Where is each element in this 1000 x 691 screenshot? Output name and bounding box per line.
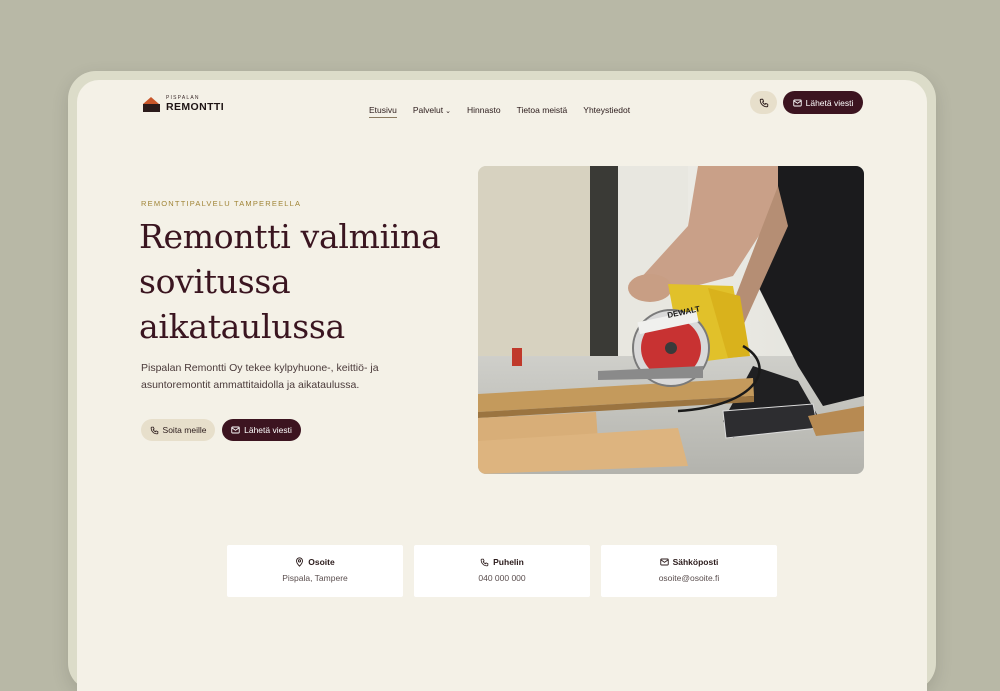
- site-logo[interactable]: PISPALAN REMONTTI: [143, 96, 224, 113]
- logo-big-text: REMONTTI: [166, 101, 225, 113]
- nav-item-tietoa-meista[interactable]: Tietoa meistä: [517, 105, 568, 115]
- hero-send-message-button[interactable]: Lähetä viesti: [222, 419, 301, 441]
- website-screen: PISPALAN REMONTTI Etusivu Palvelut ⌄ Hinn…: [77, 80, 927, 691]
- contact-card-phone: Puhelin 040 000 000: [414, 545, 590, 597]
- hero-photo-circular-saw: DEWALT: [478, 166, 864, 474]
- nav-item-yhteystiedot[interactable]: Yhteystiedot: [583, 105, 630, 115]
- phone-icon: [150, 426, 158, 434]
- hero-lead: Pispalan Remontti Oy tekee kylpyhuone-, …: [141, 362, 379, 391]
- header-send-label: Lähetä viesti: [805, 97, 854, 108]
- contact-card-email: Sähköposti osoite@osoite.fi: [601, 545, 777, 597]
- contact-address-value: Pispala, Tampere: [282, 573, 348, 583]
- contact-address-title: Osoite: [308, 557, 335, 567]
- nav-item-palvelut[interactable]: Palvelut ⌄: [413, 105, 451, 115]
- device-frame: PISPALAN REMONTTI Etusivu Palvelut ⌄ Hinn…: [68, 71, 936, 691]
- mail-icon: [231, 426, 240, 434]
- mail-icon: [659, 558, 669, 566]
- header-send-message-button[interactable]: Lähetä viesti: [783, 91, 863, 114]
- hero-send-label: Lähetä viesti: [244, 425, 292, 435]
- hero-headline: Remontti valmiina sovitussa aikataulussa: [139, 217, 441, 346]
- header-phone-button[interactable]: [750, 91, 777, 114]
- map-pin-icon: [296, 557, 304, 567]
- nav-item-etusivu[interactable]: Etusivu: [369, 105, 397, 118]
- contact-cards: Osoite Pispala, Tampere Puhelin 040 000 …: [227, 545, 777, 597]
- call-us-label: Soita meille: [162, 425, 207, 435]
- chevron-down-icon: ⌄: [445, 108, 451, 115]
- house-logo-icon: [143, 96, 160, 112]
- contact-phone-title: Puhelin: [493, 557, 524, 567]
- nav-item-palvelut-label: Palvelut: [412, 105, 444, 115]
- phone-icon: [480, 558, 489, 566]
- contact-email-title: Sähköposti: [672, 557, 719, 567]
- phone-icon: [759, 98, 768, 107]
- main-nav: Etusivu Palvelut ⌄ Hinnasto Tietoa meistä…: [369, 105, 630, 118]
- contact-email-value[interactable]: osoite@osoite.fi: [601, 573, 777, 583]
- call-us-button[interactable]: Soita meille: [141, 419, 215, 441]
- contact-phone-value[interactable]: 040 000 000: [414, 573, 590, 583]
- nav-item-hinnasto[interactable]: Hinnasto: [467, 105, 501, 115]
- mail-icon: [792, 99, 802, 106]
- hero-eyebrow: REMONTTIPALVELU TAMPEREELLA: [141, 199, 302, 208]
- contact-card-address: Osoite Pispala, Tampere: [227, 545, 403, 597]
